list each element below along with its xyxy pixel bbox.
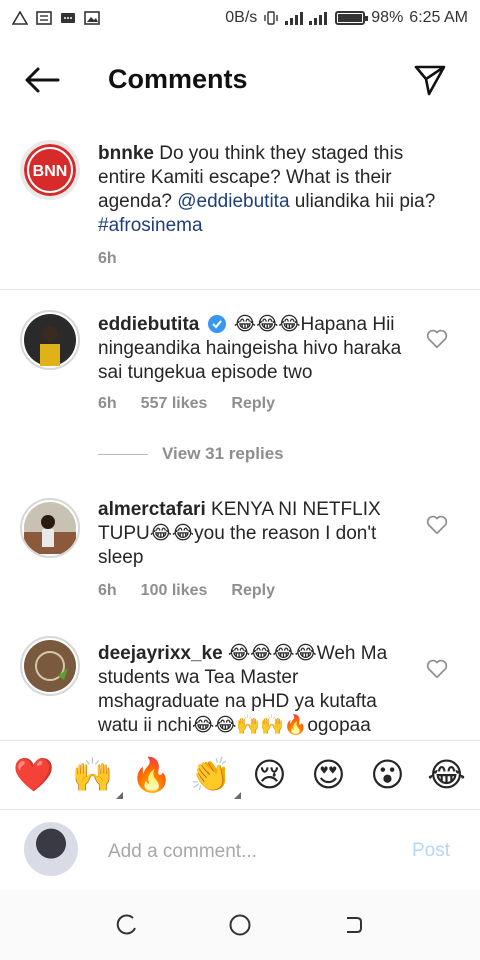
home-icon: [229, 914, 251, 936]
view-replies-button[interactable]: View 31 replies: [98, 444, 284, 464]
emoji-heart[interactable]: ❤️: [10, 755, 58, 795]
caption-text: bnnke Do you think they staged this enti…: [98, 142, 444, 238]
replies-divider: [98, 453, 148, 455]
emoji-clap-glyph: 👏: [189, 756, 232, 793]
my-avatar: [24, 822, 78, 876]
back-nav-button[interactable]: [338, 910, 368, 940]
emoji-raised-hands[interactable]: 🙌: [69, 755, 123, 799]
comment-time: 6h: [98, 582, 117, 599]
skin-tone-indicator: [115, 792, 123, 799]
comment-meta: 6h 100 likes Reply: [98, 582, 299, 600]
status-left-icons: [12, 11, 100, 25]
clock: 6:25 AM: [409, 9, 468, 26]
image-icon: [84, 11, 100, 25]
like-heart-icon[interactable]: [426, 658, 448, 680]
caption-meta: 6h: [98, 250, 141, 268]
view-replies-label: View 31 replies: [162, 444, 284, 463]
reply-button[interactable]: Reply: [231, 582, 275, 600]
battery-icon: [335, 11, 369, 25]
system-nav-bar: [0, 890, 480, 960]
post-caption: BNN bnnke Do you think they staged this …: [0, 140, 480, 290]
emoji-laughing[interactable]: 😂: [423, 755, 471, 795]
paper-plane-icon: [414, 65, 446, 96]
arrow-left-icon: [25, 67, 60, 93]
back-button[interactable]: [22, 64, 62, 96]
avatar-deejayrixx[interactable]: [20, 636, 80, 696]
comment-username[interactable]: eddiebutita: [98, 314, 199, 335]
caption-time: 6h: [98, 250, 117, 267]
post-button[interactable]: Post: [412, 840, 450, 862]
like-heart-icon[interactable]: [426, 514, 448, 536]
comment-meta: 6h 557 likes Reply: [98, 395, 299, 413]
battery-level: [338, 14, 363, 22]
comment-input[interactable]: [108, 838, 398, 866]
share-button[interactable]: [410, 60, 450, 100]
status-bar: 0B/s 98% 6:25 AM: [0, 0, 480, 36]
comment-text: almerctafari KENYA NI NETFLIX TUPU😂😂you …: [98, 498, 418, 570]
home-button[interactable]: [225, 910, 255, 940]
avatar-eddiebutita[interactable]: [20, 310, 80, 370]
avatar-almerctafari[interactable]: [20, 498, 80, 558]
comment-text: eddiebutita 😂😂😂Hapana Hii ningeandika ha…: [98, 313, 408, 385]
emoji-crying[interactable]: 😢: [246, 755, 294, 795]
emoji-heart-eyes[interactable]: 😍: [305, 755, 353, 795]
reply-button[interactable]: Reply: [231, 395, 275, 413]
avatar-photo: [24, 640, 76, 692]
comment-likes[interactable]: 557 likes: [141, 395, 208, 413]
avatar-photo: [24, 314, 76, 366]
hashtag-link[interactable]: #afrosinema: [98, 215, 203, 236]
verified-badge-icon: [207, 315, 226, 333]
svg-text:BNN: BNN: [33, 163, 68, 180]
caption-body-2: uliandika hii pia?: [294, 191, 436, 212]
recents-button[interactable]: [112, 910, 142, 940]
warning-icon: [12, 11, 28, 25]
back-nav-icon: [347, 917, 363, 933]
emoji-fire[interactable]: 🔥: [128, 755, 176, 795]
quick-emoji-bar: ❤️ 🙌 🔥 👏 😢 😍 😮 😂: [0, 740, 480, 810]
comment-text: deejayrixx_ke 😂😂😂😂Weh Ma students wa Tea…: [98, 642, 408, 738]
emoji-clap[interactable]: 👏: [187, 755, 241, 799]
signal-icon: [285, 12, 328, 25]
message-icon: [61, 13, 75, 23]
news-icon: [36, 11, 52, 25]
comment-likes[interactable]: 100 likes: [141, 582, 208, 600]
status-right: 0B/s 98% 6:25 AM: [225, 9, 468, 27]
skin-tone-indicator: [233, 792, 241, 799]
caption-username[interactable]: bnnke: [98, 143, 154, 164]
avatar-bnnke[interactable]: BNN: [20, 140, 80, 200]
emoji-raised-hands-glyph: 🙌: [71, 756, 114, 793]
comment-item: deejayrixx_ke 😂😂😂😂Weh Ma students wa Tea…: [0, 630, 480, 738]
emoji-surprised[interactable]: 😮: [364, 755, 412, 795]
recents-icon: [116, 914, 136, 935]
add-comment-bar: Post: [0, 812, 480, 890]
page-title: Comments: [108, 64, 248, 94]
comment-username[interactable]: almerctafari: [98, 499, 206, 520]
mention-link[interactable]: @eddiebutita: [177, 191, 289, 212]
like-heart-icon[interactable]: [426, 328, 448, 350]
comment-username[interactable]: deejayrixx_ke: [98, 643, 223, 664]
network-speed: 0B/s: [225, 9, 258, 26]
battery-percent: 98%: [371, 9, 404, 26]
header: Comments: [0, 54, 480, 106]
avatar-photo: [24, 502, 76, 554]
comment-time: 6h: [98, 395, 117, 412]
bnn-logo: BNN: [24, 144, 76, 196]
vibrate-icon: [264, 11, 278, 25]
